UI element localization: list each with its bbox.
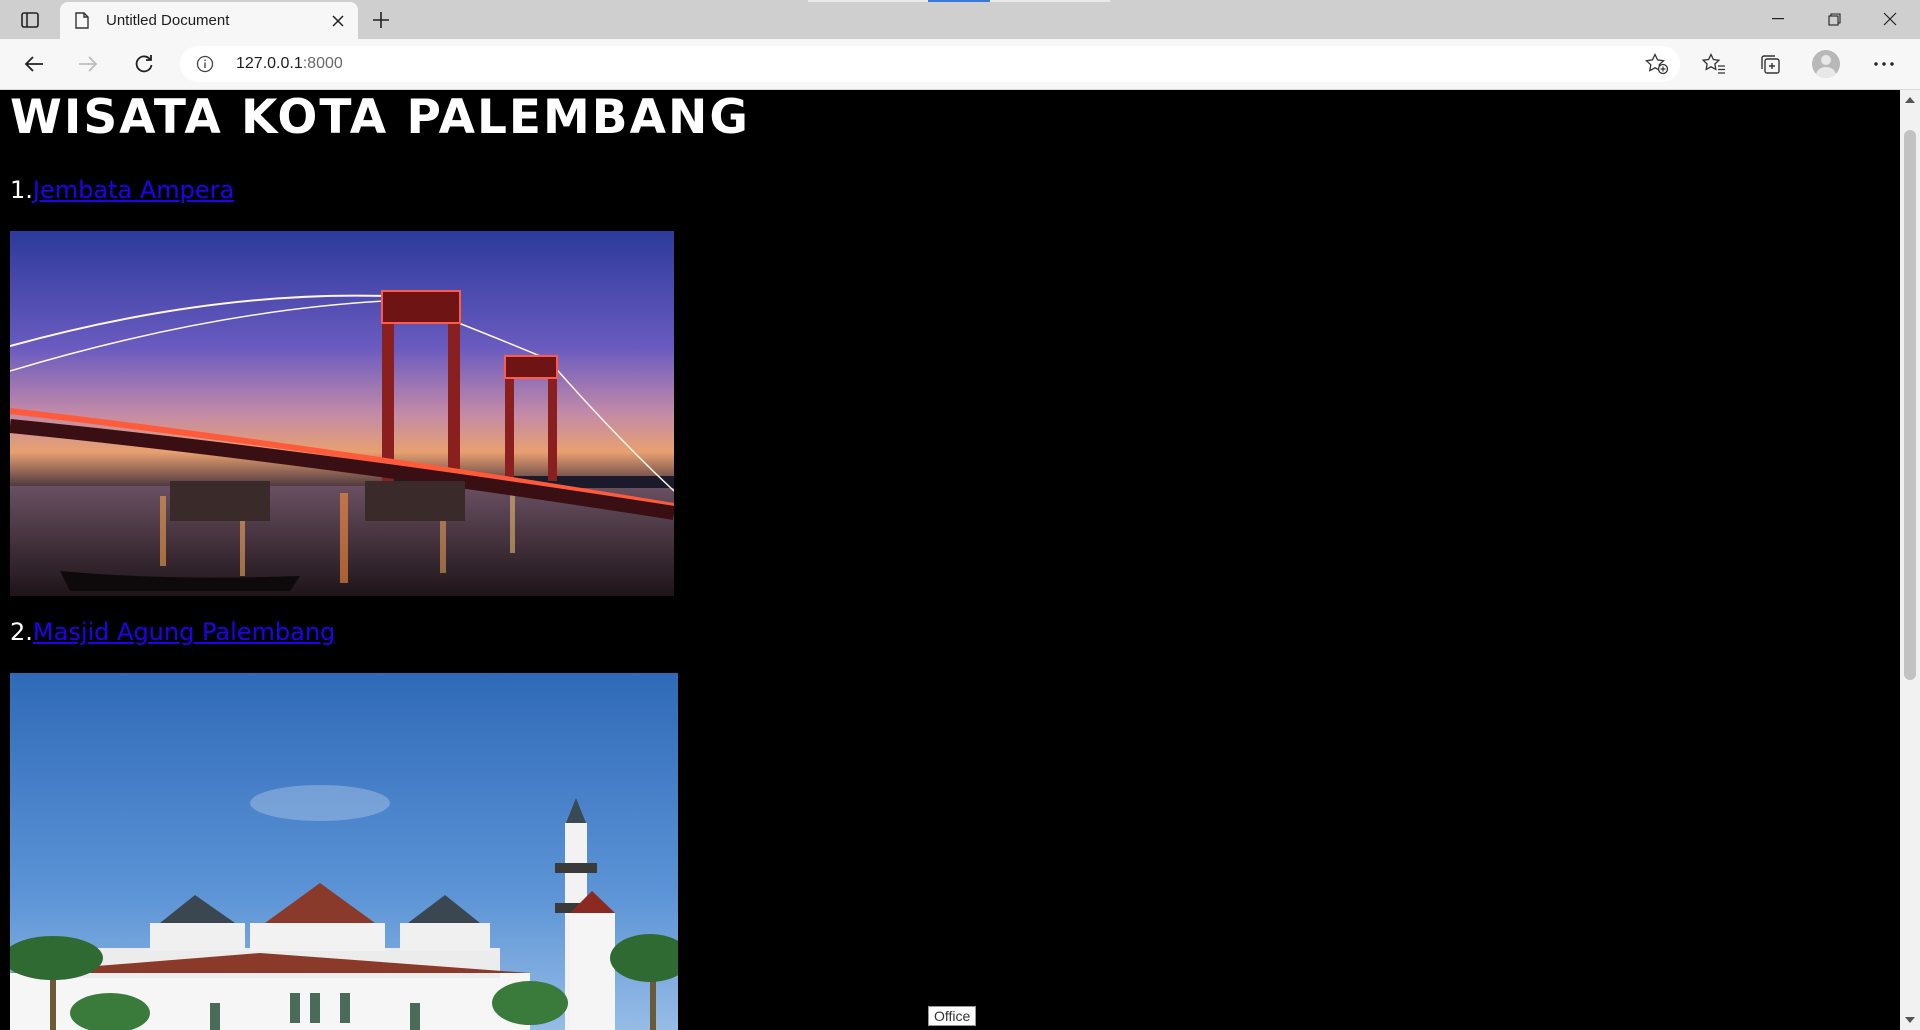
reload-button[interactable]	[126, 47, 162, 81]
restore-icon	[1827, 12, 1841, 26]
chevron-up-icon	[1905, 97, 1915, 103]
link-masjid-agung-palembang[interactable]: Masjid Agung Palembang	[33, 618, 335, 646]
more-horizontal-icon	[1874, 62, 1894, 66]
close-tab-button[interactable]	[324, 7, 352, 35]
chevron-down-icon	[1905, 1017, 1915, 1023]
link-jembatan-ampera[interactable]: Jembata Ampera	[33, 176, 234, 204]
vertical-scrollbar[interactable]	[1900, 90, 1920, 1030]
favorites-button[interactable]	[1696, 47, 1732, 81]
document-icon	[74, 12, 90, 30]
reload-icon	[135, 55, 153, 73]
arrow-right-icon	[79, 56, 98, 72]
tab-strip-indicator	[990, 0, 1110, 2]
browser-tab-active[interactable]: Untitled Document	[60, 2, 358, 39]
close-icon	[332, 14, 344, 27]
scroll-up-button[interactable]	[1905, 96, 1915, 104]
tab-actions-icon	[21, 12, 39, 28]
ampera-bridge-photo	[10, 231, 674, 596]
star-add-icon	[1645, 53, 1669, 75]
tab-strip-indicator	[808, 0, 928, 2]
profile-button[interactable]	[1808, 47, 1844, 81]
tab-strip-indicator-active	[928, 0, 990, 2]
collections-icon	[1761, 55, 1780, 74]
tab-title: Untitled Document	[106, 12, 230, 29]
minimize-button[interactable]	[1750, 0, 1806, 38]
add-favorite-button[interactable]	[1644, 52, 1670, 76]
restore-button[interactable]	[1806, 0, 1862, 38]
page-content: WISATA KOTA PALEMBANG 1.Jembata Ampera 2…	[0, 90, 1900, 1030]
item-number: 1.	[10, 176, 33, 204]
list-item: 1.Jembata Ampera	[10, 176, 234, 204]
browser-toolbar: 127.0.0.1:8000	[0, 39, 1920, 90]
url-host: 127.0.0.1	[236, 55, 303, 72]
info-icon[interactable]	[196, 55, 214, 73]
close-icon	[1883, 12, 1897, 26]
collections-button[interactable]	[1752, 47, 1788, 81]
arrow-left-icon	[24, 56, 43, 72]
scrollbar-thumb[interactable]	[1904, 130, 1916, 680]
settings-and-more-button[interactable]	[1866, 47, 1902, 81]
back-button[interactable]	[16, 47, 52, 81]
scroll-down-button[interactable]	[1905, 1016, 1915, 1024]
list-item: 2.Masjid Agung Palembang	[10, 618, 335, 646]
tooltip: Office	[928, 1006, 977, 1026]
avatar	[1812, 50, 1840, 78]
page-title: WISATA KOTA PALEMBANG	[10, 90, 750, 145]
url-text[interactable]: 127.0.0.1:8000	[236, 55, 343, 73]
minimize-icon	[1772, 18, 1784, 20]
item-number: 2.	[10, 618, 33, 646]
close-window-button[interactable]	[1862, 0, 1918, 38]
forward-button[interactable]	[70, 47, 106, 81]
favorites-icon	[1702, 53, 1725, 74]
new-tab-button[interactable]	[366, 6, 396, 34]
address-bar[interactable]: 127.0.0.1:8000	[180, 46, 1680, 82]
plus-icon	[373, 12, 389, 28]
url-port: :8000	[302, 55, 343, 72]
masjid-agung-photo	[10, 673, 678, 1030]
tab-strip: Untitled Document	[0, 0, 1920, 39]
tab-actions-menu-button[interactable]	[14, 8, 46, 32]
